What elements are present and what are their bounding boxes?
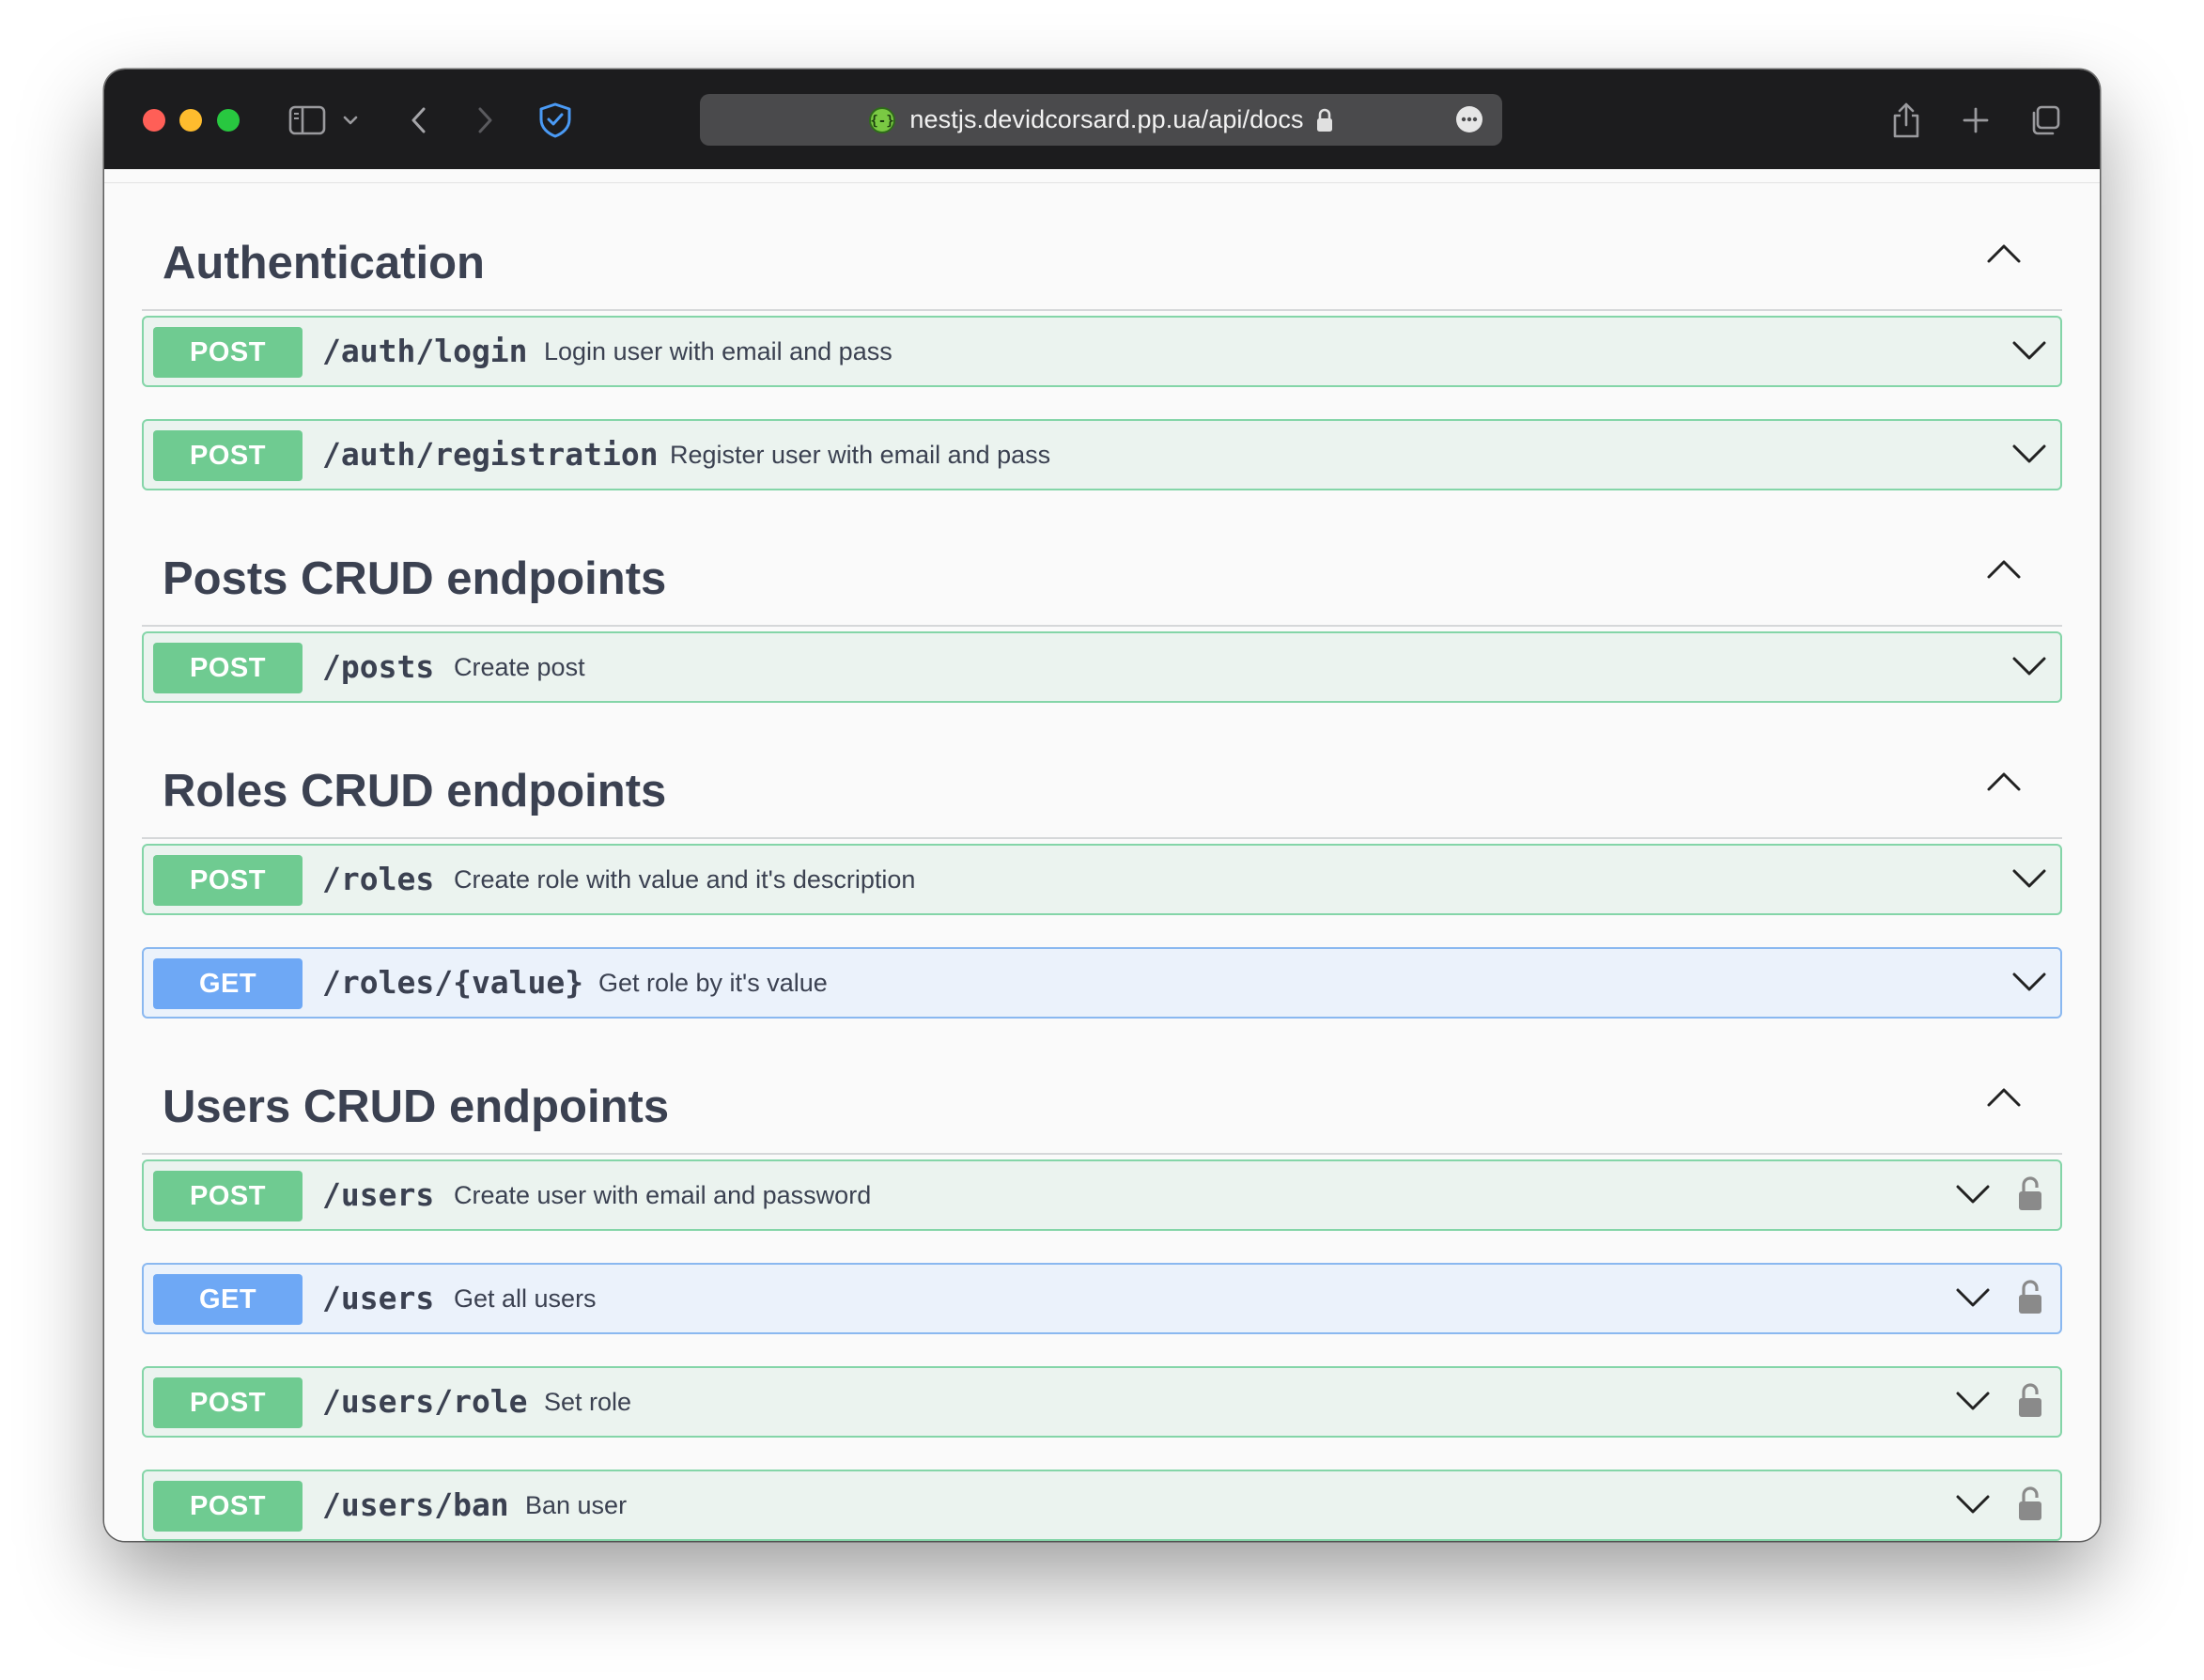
operation-auth-registration[interactable]: POST /auth/registration Register user wi… [142,419,2062,490]
zoom-window-button[interactable] [217,109,240,132]
operation-users-set-role[interactable]: POST /users/role Set role [142,1366,2062,1438]
operation-summary: Create role with value and it's descript… [454,865,916,894]
padlock-icon[interactable] [2017,1278,2043,1315]
chevron-down-icon[interactable] [1955,1389,1991,1413]
forward-icon[interactable] [471,98,499,143]
operation-summary: Create user with email and password [454,1181,872,1209]
chevron-down-icon[interactable] [1955,1285,1991,1310]
operation-path: /auth/login [322,333,528,369]
chevron-up-icon[interactable] [1985,241,2023,265]
operation-summary: Create post [454,653,585,681]
chevron-up-icon[interactable] [1985,556,2023,581]
operation-summary: Set role [544,1388,632,1416]
method-badge: POST [153,1171,303,1221]
share-icon[interactable] [1887,98,1925,143]
chevron-down-icon[interactable] [2011,970,2047,994]
minimize-window-button[interactable] [179,109,202,132]
new-tab-icon[interactable] [1957,98,1994,143]
padlock-icon[interactable] [2017,1174,2043,1212]
chevron-down-icon[interactable] [2011,654,2047,678]
chevron-down-icon[interactable] [1955,1492,1991,1517]
operation-summary: Register user with email and pass [670,441,1051,469]
chevron-up-icon[interactable] [1985,769,2023,793]
section-title-users[interactable]: Users CRUD endpoints [163,1081,669,1133]
shield-icon[interactable] [536,98,574,143]
operation-roles-create[interactable]: POST /roles Create role with value and i… [142,844,2062,915]
back-icon[interactable] [405,98,433,143]
operation-path: /users/ban [322,1486,509,1523]
operation-path: /users/role [322,1383,528,1420]
method-badge: POST [153,430,303,481]
padlock-icon[interactable] [2017,1381,2043,1419]
operation-users-ban[interactable]: POST /users/ban Ban user [142,1470,2062,1541]
operation-summary: Login user with email and pass [544,337,892,366]
svg-text:{-}: {-} [871,114,894,129]
operation-users-get-all[interactable]: GET /users Get all users [142,1263,2062,1334]
section-divider [142,1153,2062,1155]
url-text: nestjs.devidcorsard.pp.ua/api/docs [909,105,1304,133]
operation-path: /roles [322,861,435,897]
section-divider [142,837,2062,839]
operation-path: /auth/registration [322,436,659,473]
section-divider [142,625,2062,627]
lock-icon [1316,108,1332,132]
browser-window: {-} nestjs.devidcorsard.pp.ua/api/docs A… [104,70,2100,1541]
method-badge: POST [153,643,303,693]
method-badge: POST [153,855,303,906]
operation-path: /roles/{value} [322,964,584,1001]
chevron-down-icon[interactable] [1955,1182,1991,1206]
more-options-icon[interactable] [1455,105,1483,133]
site-favicon-icon: {-} [869,106,896,133]
swagger-content: Authentication POST /auth/login Login us… [104,169,2100,1541]
operation-users-create[interactable]: POST /users Create user with email and p… [142,1159,2062,1231]
section-title-posts[interactable]: Posts CRUD endpoints [163,552,666,605]
chevron-down-icon[interactable] [2011,338,2047,363]
method-badge: GET [153,1274,303,1325]
section-title-roles[interactable]: Roles CRUD endpoints [163,765,666,817]
section-title-authentication[interactable]: Authentication [163,237,485,289]
operation-path: /users [322,1176,435,1213]
browser-toolbar: {-} nestjs.devidcorsard.pp.ua/api/docs [104,70,2100,169]
operation-path: /users [322,1280,435,1316]
chevron-down-icon[interactable] [2011,866,2047,891]
chevron-up-icon[interactable] [1985,1084,2023,1109]
operation-path: /posts [322,648,435,685]
operation-roles-get[interactable]: GET /roles/{value} Get role by it's valu… [142,947,2062,1019]
operation-summary: Ban user [525,1491,628,1519]
content-top-border [104,169,2100,183]
close-window-button[interactable] [143,109,165,132]
method-badge: POST [153,1481,303,1532]
operation-posts-create[interactable]: POST /posts Create post [142,631,2062,703]
operation-summary: Get role by it's value [598,969,828,997]
padlock-icon[interactable] [2017,1485,2043,1522]
section-divider [142,309,2062,311]
chevron-down-icon[interactable] [2011,442,2047,466]
operation-summary: Get all users [454,1284,597,1313]
sidebar-icon[interactable] [287,98,328,143]
method-badge: POST [153,1377,303,1428]
method-badge: GET [153,958,303,1009]
chevron-down-icon[interactable] [339,98,362,143]
operation-auth-login[interactable]: POST /auth/login Login user with email a… [142,316,2062,387]
address-bar[interactable]: {-} nestjs.devidcorsard.pp.ua/api/docs [700,94,1502,146]
tab-overview-icon[interactable] [2026,98,2064,143]
method-badge: POST [153,327,303,378]
